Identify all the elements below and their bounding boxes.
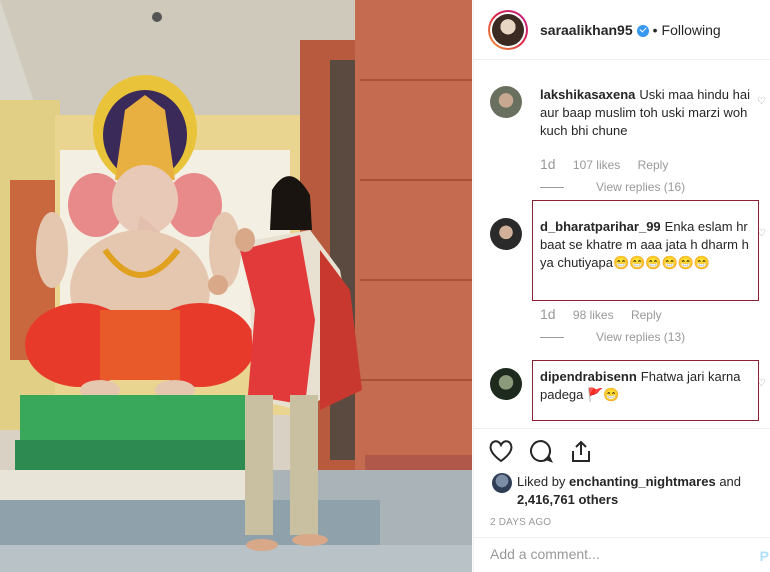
liker-avatar[interactable]: [492, 473, 512, 493]
post-button[interactable]: P: [760, 548, 769, 564]
likes-summary: Liked by enchanting_nightmares and 2,416…: [492, 473, 770, 509]
comments-list: lakshikasaxena Uski maa hindu hai aur baa…: [474, 60, 770, 428]
post-timestamp[interactable]: 2 DAYS AGO: [490, 517, 551, 528]
add-comment-bar: P: [474, 537, 770, 572]
verified-badge-icon: [636, 24, 649, 37]
commenter-username[interactable]: lakshikasaxena: [540, 87, 635, 102]
view-replies-button[interactable]: View replies (16): [556, 180, 685, 194]
following-button[interactable]: Following: [662, 22, 721, 38]
small-heart-icon[interactable]: ♡: [757, 96, 766, 107]
comment-likes[interactable]: 107 likes: [573, 158, 620, 172]
comment-meta: 1d 107 likes Reply: [540, 156, 668, 172]
liker-username[interactable]: enchanting_nightmares: [569, 474, 716, 489]
action-icons: [488, 439, 594, 463]
heart-icon[interactable]: [488, 439, 514, 463]
comment-age: 1d: [540, 156, 556, 172]
commenter-avatar[interactable]: [490, 86, 522, 118]
comment-text: lakshikasaxena Uski maa hindu hai aur baa…: [540, 87, 750, 138]
post-side-panel: saraalikhan95 • Following lakshikasaxena…: [473, 0, 770, 572]
comment-bubble-icon[interactable]: [528, 439, 554, 463]
comment-age: 1d: [540, 306, 556, 322]
highlight-box: [532, 360, 759, 421]
commenter-avatar[interactable]: [490, 218, 522, 250]
author-avatar[interactable]: [488, 9, 528, 50]
post-header: saraalikhan95 • Following: [474, 0, 770, 60]
view-replies-button[interactable]: View replies (13): [556, 330, 685, 344]
reply-button[interactable]: Reply: [638, 158, 669, 172]
highlight-box: [532, 200, 759, 301]
comment-meta: 1d 98 likes Reply: [540, 306, 662, 322]
author-username[interactable]: saraalikhan95: [540, 22, 633, 38]
post-photo: [0, 0, 472, 572]
separator-dot: •: [652, 21, 658, 38]
comment-input[interactable]: [490, 546, 730, 562]
share-icon[interactable]: [568, 439, 594, 463]
post-actions: Liked by enchanting_nightmares and 2,416…: [474, 428, 770, 572]
commenter-avatar[interactable]: [490, 368, 522, 400]
comment-likes[interactable]: 98 likes: [573, 308, 614, 322]
likes-count[interactable]: 2,416,761 others: [517, 492, 618, 507]
reply-button[interactable]: Reply: [631, 308, 662, 322]
